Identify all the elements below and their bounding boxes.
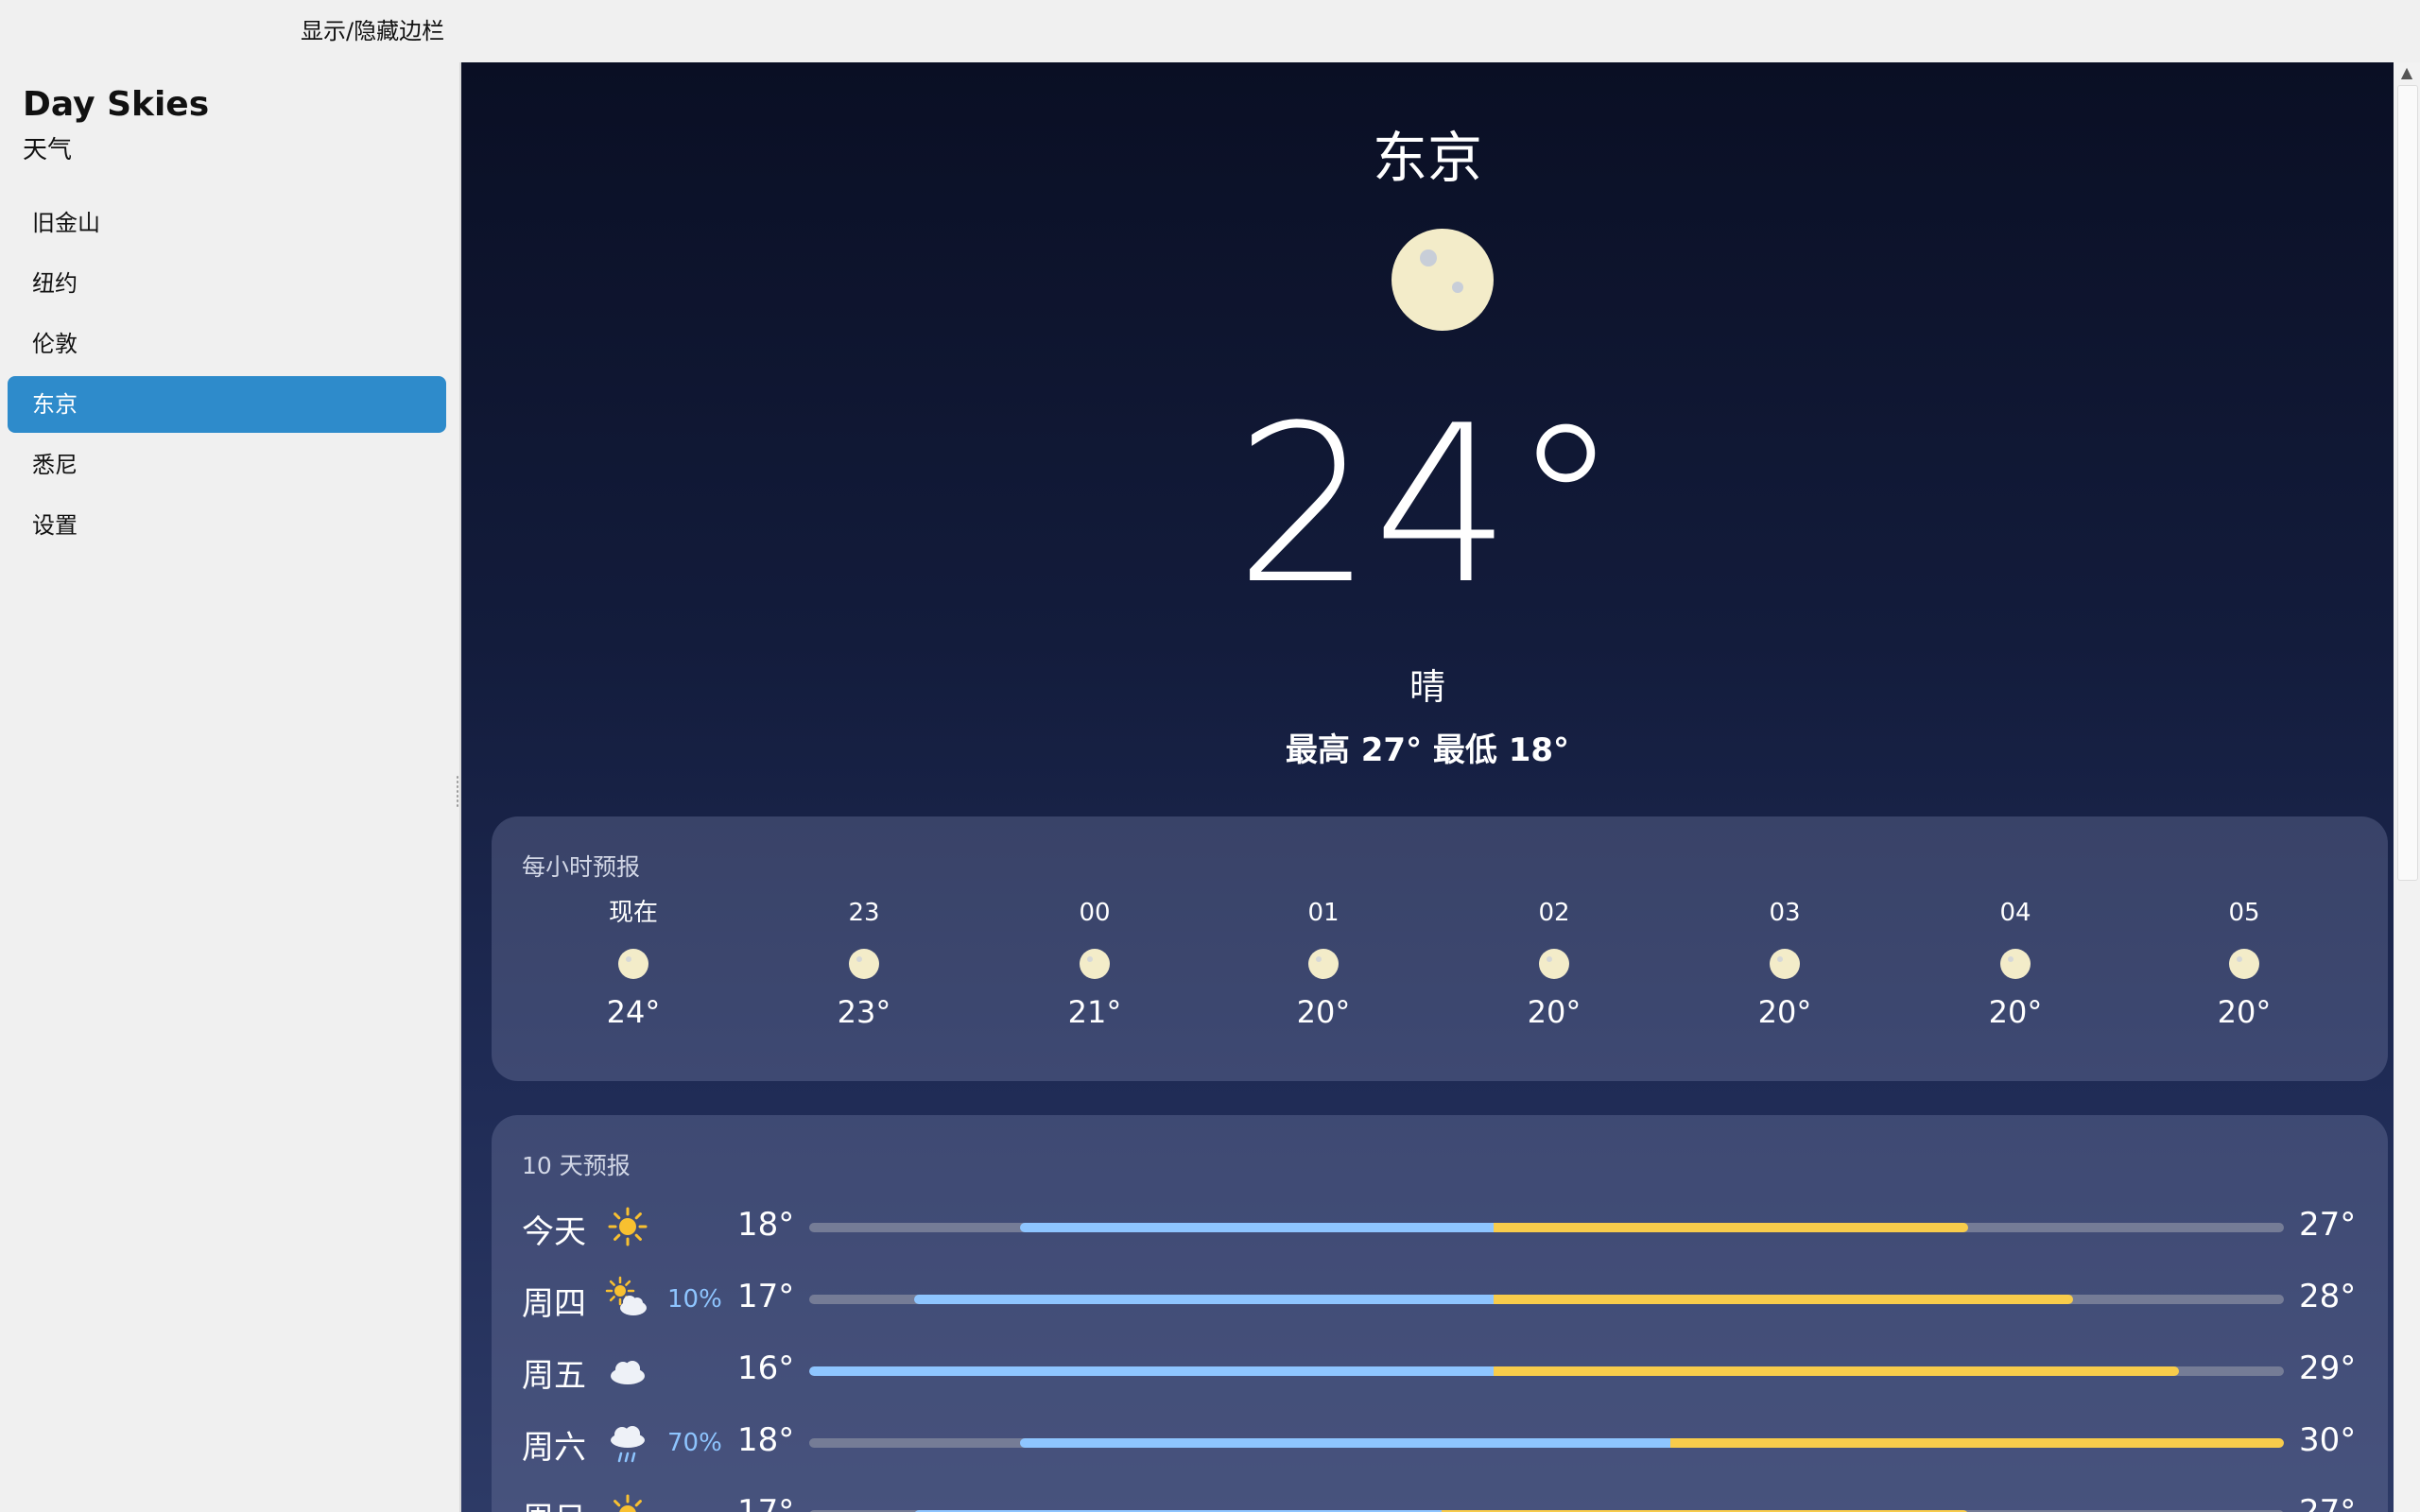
daily-row: 周日 17° 27° [522,1484,2375,1512]
current-temperature: 24° [1235,380,1620,632]
day-low-temp: 18° [737,1421,795,1459]
hourly-time: 23 [848,899,880,927]
temp-range-bar [809,1295,2284,1304]
moon-icon [2229,949,2259,979]
hourly-item: 05 20° [2178,896,2310,1030]
sidebar-item-san-francisco[interactable]: 旧金山 [8,195,446,251]
moon-icon [1770,949,1800,979]
hourly-time: 现在 [608,899,658,927]
sidebar-item-settings[interactable]: 设置 [8,497,446,554]
hourly-item: 03 20° [1719,896,1851,1030]
hourly-forecast-row: 现在 24° 23 23° 00 21° 01 20° 02 20° 03 20° 04 20° 05 20° [492,896,2388,1066]
sidebar: Day Skies 天气 旧金山 纽约 伦敦 东京 悉尼 设置 [0,62,459,1512]
cloud-icon [605,1348,650,1393]
top-bar: 显示/隐藏边栏 [0,0,2420,62]
day-name: 周四 [522,1285,586,1323]
temp-range-warm [1670,1438,2284,1448]
daily-row: 今天 18° 27° [522,1196,2375,1263]
day-high-temp: 27° [2299,1206,2357,1244]
sidebar-item-new-york[interactable]: 纽约 [8,255,446,312]
temp-range-bar [809,1223,2284,1232]
hourly-temp: 21° [1067,994,1122,1030]
moon-icon [1539,949,1569,979]
hourly-time: 02 [1538,899,1570,927]
sidebar-nav: 旧金山 纽约 伦敦 东京 悉尼 设置 [8,195,446,558]
hourly-item: 02 20° [1488,896,1620,1030]
sidebar-item-london[interactable]: 伦敦 [8,316,446,372]
temp-range-warm [1494,1366,2179,1376]
partly-cloudy-icon [605,1276,650,1321]
temp-range-warm [1494,1223,1968,1232]
daily-forecast-title: 10 天预报 [522,1152,631,1179]
app-title: Day Skies [23,85,210,124]
high-low-temperature: 最高 27° 最低 18° [1285,731,1570,769]
hourly-item: 现在 24° [567,896,700,1030]
day-low-temp: 18° [737,1206,795,1244]
hourly-forecast-card: 每小时预报 现在 24° 23 23° 00 21° 01 20° 02 20° 03 20° 04 20… [492,816,2388,1081]
rain-icon [605,1419,650,1465]
scroll-thumb[interactable] [2397,85,2418,881]
vertical-scrollbar[interactable]: ▲ [2394,62,2420,1512]
hourly-temp: 23° [837,994,891,1030]
moon-icon [1308,949,1339,979]
moon-icon [1080,949,1110,979]
day-high-temp: 29° [2299,1349,2357,1387]
temp-range-cool [809,1366,1495,1376]
hourly-temp: 20° [1988,994,2043,1030]
hourly-item: 01 20° [1257,896,1390,1030]
temp-range-bar [809,1438,2284,1448]
day-name: 周六 [522,1429,586,1467]
temp-range-bar [809,1366,2284,1376]
day-name: 今天 [522,1213,586,1251]
precip-chance: 70% [667,1429,722,1457]
day-low-temp: 17° [737,1493,795,1512]
moon-icon [618,949,648,979]
hourly-item: 23 23° [798,896,930,1030]
day-low-temp: 16° [737,1349,795,1387]
day-high-temp: 28° [2299,1278,2357,1315]
day-high-temp: 30° [2299,1421,2357,1459]
hourly-item: 00 21° [1028,896,1161,1030]
hourly-time: 05 [2228,899,2260,927]
day-low-temp: 17° [737,1278,795,1315]
hourly-temp: 20° [1296,994,1351,1030]
hourly-temp: 20° [2217,994,2272,1030]
toggle-sidebar-button[interactable]: 显示/隐藏边栏 [293,15,452,47]
daily-row: 周六 70% 18° 30° [522,1412,2375,1478]
app-subtitle: 天气 [23,136,73,164]
moon-icon [2000,949,2031,979]
hourly-temp: 20° [1527,994,1582,1030]
precip-chance: 10% [667,1285,722,1314]
day-name: 周五 [522,1357,586,1395]
day-name: 周日 [522,1493,586,1512]
hourly-temp: 24° [606,994,661,1030]
daily-row: 周四 10% 17° 28° [522,1268,2375,1334]
scroll-up-arrow-icon[interactable]: ▲ [2394,62,2420,83]
moon-icon [849,949,879,979]
sun-icon [605,1204,650,1249]
temp-range-warm [1494,1295,2074,1304]
splitter-grip[interactable] [456,775,459,807]
temp-range-cool [914,1295,1495,1304]
sidebar-item-sydney[interactable]: 悉尼 [8,437,446,493]
hourly-time: 01 [1307,899,1340,927]
weather-main: 东京 24° 晴 最高 27° 最低 18° 每小时预报 现在 24° 23 23° 0… [461,62,2394,1512]
hourly-forecast-title: 每小时预报 [522,853,641,881]
hourly-time: 04 [1999,899,2031,927]
daily-row: 周五 16° 29° [522,1340,2375,1406]
sun-icon [605,1491,650,1512]
sidebar-item-tokyo[interactable]: 东京 [8,376,446,433]
temp-range-cool [1019,1438,1671,1448]
daily-forecast-card: 10 天预报 今天 18° 27° 周四 10% 17° 28° 周五 16° 29° 周六 70% 1… [492,1115,2388,1512]
day-high-temp: 27° [2299,1493,2357,1512]
hourly-temp: 20° [1757,994,1812,1030]
hourly-time: 00 [1079,899,1111,927]
city-name: 东京 [1372,126,1482,190]
hourly-item: 04 20° [1949,896,2082,1030]
temp-range-cool [1019,1223,1495,1232]
current-condition: 晴 [1409,666,1445,708]
moon-icon [1392,229,1494,331]
hourly-time: 03 [1769,899,1801,927]
